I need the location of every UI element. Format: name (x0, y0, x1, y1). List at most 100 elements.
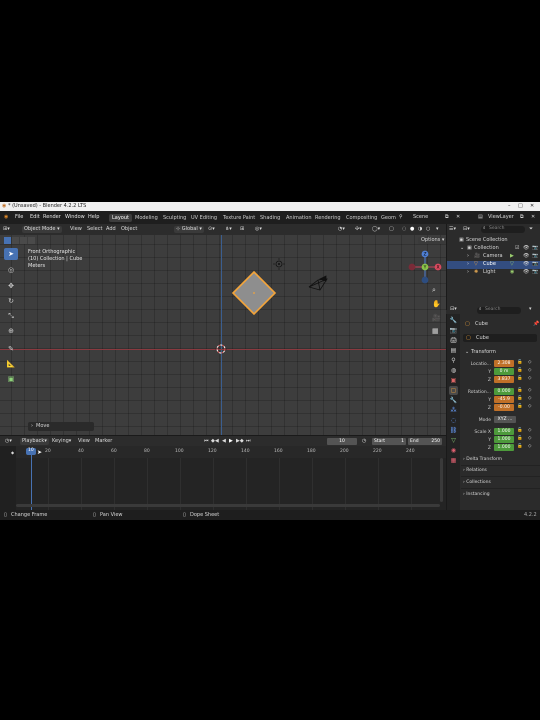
lock-scale-y-icon[interactable]: 🔓 (517, 436, 523, 442)
object-mode-selector[interactable]: Object Mode ▾ (22, 226, 62, 233)
scene-delete-icon[interactable]: ✕ (456, 215, 460, 220)
light-render-icon[interactable]: 📷 (532, 270, 538, 275)
timeline-menu-marker[interactable]: Marker (95, 438, 112, 445)
cube-visibility-icon[interactable]: 👁 (523, 262, 529, 267)
keyframe-rotation-x-icon[interactable]: ◇ (528, 388, 531, 394)
workspace-tab-sculpting[interactable]: Sculpting (160, 214, 189, 222)
outliner-row-cube[interactable]: › ▽ Cube ▽ 👁 📷 (447, 261, 540, 269)
snapping-toggle-icon[interactable]: ⊞ (240, 226, 244, 233)
view-layer-delete-icon[interactable]: ✕ (531, 215, 535, 220)
current-frame-field[interactable]: 10 (327, 438, 357, 445)
expand-arrow-icon[interactable]: › (467, 270, 469, 275)
overlays-icon[interactable]: ◯▾ (372, 226, 380, 233)
operator-expand-icon[interactable]: › (31, 424, 33, 429)
pan-hand-icon[interactable]: ✋ (432, 301, 441, 308)
data-tab-icon[interactable]: ▽ (449, 436, 458, 445)
instancing-panel-header[interactable]: › Instancing (463, 492, 490, 497)
viewport-menu-add[interactable]: Add (106, 226, 116, 233)
view-layer-selector[interactable]: ViewLayer (488, 215, 514, 220)
view-layer-copy-icon[interactable]: ⧉ (520, 215, 524, 220)
particles-tab-icon[interactable]: ⁂ (449, 406, 458, 415)
object-data-name-field[interactable]: ▢ Cube (463, 334, 537, 342)
light-visibility-icon[interactable]: 👁 (523, 270, 529, 275)
view-layer-tab-icon[interactable]: ▤ (449, 346, 458, 355)
gizmo-toggle-icon[interactable]: ✣▾ (355, 226, 362, 233)
timeline-menu-view[interactable]: View (78, 438, 90, 445)
lock-rotation-y-icon[interactable]: 🔓 (517, 396, 523, 402)
timeline-vertical-scrollbar[interactable] (440, 458, 443, 502)
object-name[interactable]: Cube (475, 322, 488, 327)
jump-end-icon[interactable]: ⏭ (246, 438, 251, 445)
shading-wireframe-icon[interactable]: ◌ (402, 226, 406, 233)
properties-search-input[interactable]: ⌕ Search (477, 307, 521, 314)
camera-object[interactable] (308, 275, 328, 291)
menu-render[interactable]: Render (43, 215, 61, 220)
lock-location-y-icon[interactable]: 🔓 (517, 368, 523, 374)
timeline-menu-playback[interactable]: Playback ▾ (20, 438, 49, 445)
properties-editor-type-icon[interactable]: ⊟▾ (450, 307, 457, 312)
menu-file[interactable]: File (15, 215, 23, 220)
pin-icon[interactable]: 📌 (533, 322, 539, 327)
location-z-field[interactable]: 3.837 (494, 376, 514, 383)
outliner-display-mode-icon[interactable]: ⊟▾ (463, 227, 470, 232)
viewport-menu-view[interactable]: View (70, 226, 82, 233)
lock-rotation-z-icon[interactable]: 🔓 (517, 404, 523, 410)
3d-cursor[interactable] (215, 344, 227, 354)
playhead-frame-badge[interactable]: 10 (26, 448, 36, 455)
viewport-3d[interactable]: Front Orthographic (10) Collection | Cub… (0, 235, 446, 435)
menu-help[interactable]: Help (88, 215, 99, 220)
end-frame-field[interactable]: End 250 (408, 438, 442, 445)
scene-tab-icon[interactable]: ⚲ (449, 356, 458, 365)
camera-render-icon[interactable]: 📷 (532, 254, 538, 259)
camera-visibility-icon[interactable]: 👁 (523, 254, 529, 259)
collapse-arrow-icon[interactable]: ⌄ (465, 350, 469, 355)
outliner-row-collection[interactable]: ⌄ ▣ Collection ☑ 👁 📷 (447, 245, 540, 253)
material-tab-icon[interactable]: ◉ (449, 446, 458, 455)
workspace-tab-layout[interactable]: Layout (109, 214, 132, 222)
cube-render-icon[interactable]: 📷 (532, 262, 538, 267)
viewport-menu-select[interactable]: Select (87, 226, 102, 233)
location-x-field[interactable]: 2.308 (494, 360, 514, 367)
timeline-area[interactable]: ◆ 20 40 60 80 100 120 140 160 180 200 22… (0, 446, 446, 510)
rotation-z-field[interactable]: -0.00 (494, 404, 514, 411)
transform-panel-header[interactable]: ⌄ Transform (463, 348, 537, 356)
properties-options-icon[interactable]: ▾ (529, 307, 532, 312)
transform-orientation-selector[interactable]: ⊹ Global ▾ (174, 226, 204, 233)
jump-start-icon[interactable]: ⏮ (204, 438, 209, 445)
minimize-icon[interactable]: – (508, 204, 511, 209)
play-icon[interactable]: ▶ (229, 438, 233, 445)
rotation-mode-dropdown[interactable]: XYZ ... (494, 416, 516, 423)
outliner-search-input[interactable]: ⌕ Search (481, 226, 525, 233)
scene-selector[interactable]: Scene (413, 215, 428, 220)
expand-arrow-icon[interactable]: › (467, 262, 469, 267)
timeline-scrollbar[interactable] (16, 504, 440, 507)
jump-keyframe-back-icon[interactable]: ◆◀ (211, 438, 219, 445)
workspace-tab-modeling[interactable]: Modeling (132, 214, 161, 222)
lock-rotation-x-icon[interactable]: 🔓 (517, 388, 523, 394)
workspace-tab-uv-editing[interactable]: UV Editing (188, 214, 220, 222)
workspace-tab-rendering[interactable]: Rendering (312, 214, 344, 222)
lock-location-x-icon[interactable]: 🔓 (517, 360, 523, 366)
navigation-gizmo[interactable]: Z Y X (406, 249, 446, 285)
location-y-field[interactable]: 0 m (494, 368, 514, 375)
keyframe-rotation-y-icon[interactable]: ◇ (528, 396, 531, 402)
preview-range-icon[interactable]: ◷ (362, 438, 366, 445)
expand-arrow-icon[interactable]: › (467, 254, 469, 259)
lock-scale-z-icon[interactable]: 🔓 (517, 444, 523, 450)
keyframe-rotation-z-icon[interactable]: ◇ (528, 404, 531, 410)
workspace-tab-shading[interactable]: Shading (257, 214, 283, 222)
play-reverse-icon[interactable]: ◀ (222, 438, 226, 445)
collection-tab-icon[interactable]: ▣ (449, 376, 458, 385)
maximize-icon[interactable]: □ (518, 204, 523, 209)
scale-z-field[interactable]: 1.000 (494, 444, 514, 451)
shading-options-icon[interactable]: ▾ (436, 226, 439, 233)
outliner-filter-icon[interactable]: ⏷ (529, 227, 533, 232)
scene-copy-icon[interactable]: ⧉ (445, 215, 449, 220)
pivot-point-icon[interactable]: ⊙▾ (208, 226, 215, 233)
camera-view-icon[interactable]: 🎥 (432, 315, 441, 322)
physics-tab-icon[interactable]: ◌ (449, 416, 458, 425)
blender-menu-icon[interactable]: ◉ (4, 215, 8, 220)
modifiers-tab-icon[interactable]: 🔧 (449, 396, 458, 405)
outliner-row-light[interactable]: › ✺ Light ◉ 👁 📷 (447, 269, 540, 277)
workspace-tab-geometry[interactable]: Geom (378, 214, 399, 222)
